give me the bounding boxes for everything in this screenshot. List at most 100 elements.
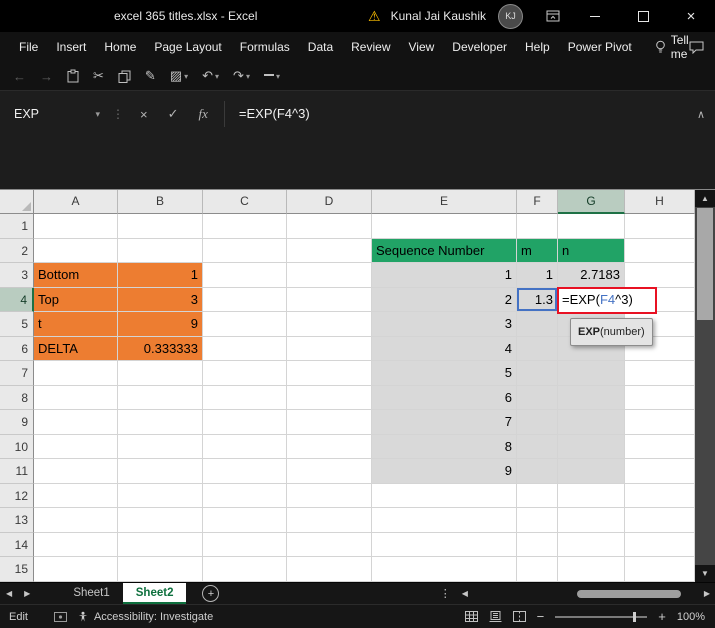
- cell-A14[interactable]: [34, 532, 118, 557]
- sheet-tab-sheet1[interactable]: Sheet1: [60, 583, 122, 604]
- cell-G8[interactable]: [558, 385, 625, 410]
- cell-A3[interactable]: Bottom: [34, 263, 118, 288]
- cell-B9[interactable]: [118, 410, 203, 435]
- column-header-B[interactable]: B: [118, 190, 203, 214]
- scroll-down-icon[interactable]: ▼: [695, 565, 715, 582]
- cell-C11[interactable]: [203, 459, 287, 484]
- cell-A2[interactable]: [34, 238, 118, 263]
- row-header-6[interactable]: 6: [0, 336, 34, 361]
- column-header-D[interactable]: D: [287, 190, 372, 214]
- cell-C14[interactable]: [203, 532, 287, 557]
- cell-A6[interactable]: DELTA: [34, 336, 118, 361]
- cut-icon[interactable]: ✂: [86, 68, 111, 84]
- cell-A9[interactable]: [34, 410, 118, 435]
- cell-E10[interactable]: 8: [372, 434, 517, 459]
- undo-button[interactable]: ↶ ▾: [195, 68, 226, 84]
- zoom-slider[interactable]: [555, 611, 648, 622]
- close-button[interactable]: ×: [667, 0, 715, 32]
- user-name[interactable]: Kunal Jai Kaushik: [391, 9, 486, 23]
- cell-F3[interactable]: 1: [517, 263, 558, 288]
- cell-E4[interactable]: 2: [372, 287, 517, 312]
- cell-G12[interactable]: [558, 483, 625, 508]
- cell-G9[interactable]: [558, 410, 625, 435]
- menu-item-developer[interactable]: Developer: [443, 32, 516, 62]
- cell-C5[interactable]: [203, 312, 287, 337]
- cell-F9[interactable]: [517, 410, 558, 435]
- row-header-8[interactable]: 8: [0, 385, 34, 410]
- cell-C8[interactable]: [203, 385, 287, 410]
- cell-H1[interactable]: [625, 214, 695, 239]
- insert-function-icon[interactable]: fx: [189, 106, 218, 122]
- hscroll-right-icon[interactable]: ▶: [699, 589, 715, 598]
- cell-H3[interactable]: [625, 263, 695, 288]
- cell-B3[interactable]: 1: [118, 263, 203, 288]
- cell-E3[interactable]: 1: [372, 263, 517, 288]
- cell-E12[interactable]: [372, 483, 517, 508]
- cell-G4[interactable]: =EXP(F4^3) EXP(number): [557, 286, 657, 346]
- column-header-A[interactable]: A: [34, 190, 118, 214]
- cell-D5[interactable]: [287, 312, 372, 337]
- cell-G11[interactable]: [558, 459, 625, 484]
- formula-input[interactable]: =EXP(F4^3): [223, 101, 310, 127]
- cell-A12[interactable]: [34, 483, 118, 508]
- cell-B13[interactable]: [118, 508, 203, 533]
- cell-A15[interactable]: [34, 557, 118, 582]
- minimize-button[interactable]: [571, 0, 619, 32]
- row-header-3[interactable]: 3: [0, 263, 34, 288]
- warning-icon[interactable]: ⚠: [368, 8, 381, 25]
- row-header-5[interactable]: 5: [0, 312, 34, 337]
- cell-B12[interactable]: [118, 483, 203, 508]
- cell-B1[interactable]: [118, 214, 203, 239]
- cell-G10[interactable]: [558, 434, 625, 459]
- format-painter-icon[interactable]: ✎: [138, 68, 163, 84]
- cell-G15[interactable]: [558, 557, 625, 582]
- hscroll-left-icon[interactable]: ◀: [457, 589, 473, 598]
- cell-H2[interactable]: [625, 238, 695, 263]
- menu-item-formulas[interactable]: Formulas: [231, 32, 299, 62]
- name-box[interactable]: EXP ▾: [8, 107, 106, 121]
- cell-E14[interactable]: [372, 532, 517, 557]
- row-header-4[interactable]: 4: [0, 287, 34, 312]
- cell-A10[interactable]: [34, 434, 118, 459]
- cell-A5[interactable]: t: [34, 312, 118, 337]
- cell-B10[interactable]: [118, 434, 203, 459]
- macro-record-icon[interactable]: [53, 611, 67, 622]
- cell-E7[interactable]: 5: [372, 361, 517, 386]
- row-header-12[interactable]: 12: [0, 483, 34, 508]
- cell-F12[interactable]: [517, 483, 558, 508]
- cell-C6[interactable]: [203, 336, 287, 361]
- zoom-slider-handle[interactable]: [633, 611, 637, 622]
- cell-H8[interactable]: [625, 385, 695, 410]
- cell-D8[interactable]: [287, 385, 372, 410]
- cell-A13[interactable]: [34, 508, 118, 533]
- select-all-corner[interactable]: [0, 190, 34, 214]
- zoom-level[interactable]: 100%: [677, 611, 705, 623]
- cell-H14[interactable]: [625, 532, 695, 557]
- cell-C2[interactable]: [203, 238, 287, 263]
- customize-qat-button[interactable]: ▾: [257, 72, 287, 81]
- cell-H13[interactable]: [625, 508, 695, 533]
- cell-F15[interactable]: [517, 557, 558, 582]
- accessibility-status[interactable]: Accessibility: Investigate: [77, 611, 213, 623]
- cell-D7[interactable]: [287, 361, 372, 386]
- menu-item-page-layout[interactable]: Page Layout: [145, 32, 230, 62]
- cell-C13[interactable]: [203, 508, 287, 533]
- row-header-15[interactable]: 15: [0, 557, 34, 582]
- cell-H9[interactable]: [625, 410, 695, 435]
- cell-D12[interactable]: [287, 483, 372, 508]
- column-header-C[interactable]: C: [203, 190, 287, 214]
- cell-D2[interactable]: [287, 238, 372, 263]
- redo-button[interactable]: ↷ ▾: [226, 68, 257, 84]
- cell-A4[interactable]: Top: [34, 287, 118, 312]
- cell-C15[interactable]: [203, 557, 287, 582]
- cell-B7[interactable]: [118, 361, 203, 386]
- cell-F5[interactable]: [517, 312, 558, 337]
- cell-E13[interactable]: [372, 508, 517, 533]
- cell-B4[interactable]: 3: [118, 287, 203, 312]
- zoom-out-icon[interactable]: −: [537, 609, 545, 624]
- menu-item-review[interactable]: Review: [342, 32, 399, 62]
- cell-C10[interactable]: [203, 434, 287, 459]
- cell-B8[interactable]: [118, 385, 203, 410]
- vertical-scrollbar[interactable]: ▲ ▼: [695, 190, 715, 582]
- cell-H7[interactable]: [625, 361, 695, 386]
